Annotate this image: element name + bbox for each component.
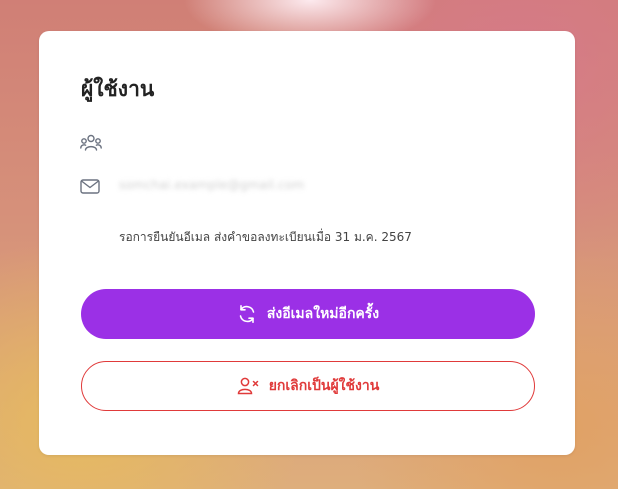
cancel-user-label: ยกเลิกเป็นผู้ใช้งาน (268, 378, 380, 394)
card-title: ผู้ใช้งาน (81, 77, 155, 101)
resend-email-button[interactable]: ส่งอีเมลใหม่อีกครั้ง (81, 289, 535, 339)
email-value: somchai.example@gmail.com (119, 178, 305, 192)
user-card: ผู้ใช้งาน somchai.example@gmail.com รอกา… (39, 31, 575, 455)
registration-status: รอการยืนยันอีเมล ส่งคำขอลงทะเบียนเมื่อ 3… (119, 230, 412, 244)
refresh-icon (239, 305, 255, 323)
mail-icon (80, 179, 100, 194)
cancel-user-button[interactable]: ยกเลิกเป็นผู้ใช้งาน (81, 361, 535, 411)
users-icon (80, 134, 102, 151)
resend-email-label: ส่งอีเมลใหม่อีกครั้ง (266, 306, 380, 322)
user-remove-icon (237, 377, 258, 395)
